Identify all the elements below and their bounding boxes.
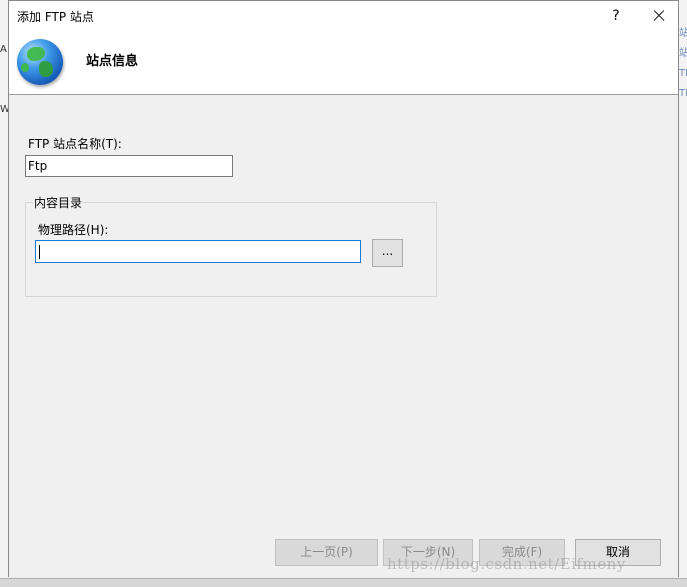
- watermark: https://blog.csdn.net/Eifmeny: [387, 555, 626, 573]
- site-name-input[interactable]: Ftp: [25, 155, 233, 177]
- background-window-left: A W: [0, 0, 10, 586]
- wizard-header: 站点信息: [9, 31, 678, 95]
- background-fragment: TP: [679, 68, 687, 79]
- add-ftp-site-dialog: 添加 FTP 站点 ? 站点信息 FTP 站点名称(T): Ftp 内容目录 物…: [8, 0, 679, 577]
- page-title: 站点信息: [86, 54, 139, 69]
- browse-button[interactable]: ...: [372, 239, 403, 267]
- background-fragment: TP: [679, 88, 687, 99]
- background-fragment: A: [0, 44, 7, 55]
- title-bar[interactable]: 添加 FTP 站点 ?: [9, 1, 678, 31]
- previous-button[interactable]: 上一页(P): [275, 539, 378, 566]
- globe-icon: [17, 39, 63, 85]
- content-directory-title: 内容目录: [33, 194, 84, 211]
- close-button[interactable]: [643, 3, 673, 29]
- site-name-label: FTP 站点名称(T):: [28, 137, 122, 151]
- background-fragment: 站: [679, 48, 687, 59]
- text-caret: [39, 245, 40, 259]
- background-window-right: 站 站 TP TP: [679, 0, 687, 586]
- window-title: 添加 FTP 站点: [17, 10, 94, 24]
- background-fragment: 站: [679, 28, 687, 39]
- help-button[interactable]: ?: [603, 3, 629, 29]
- physical-path-label: 物理路径(H):: [38, 223, 109, 237]
- physical-path-input[interactable]: [35, 240, 361, 263]
